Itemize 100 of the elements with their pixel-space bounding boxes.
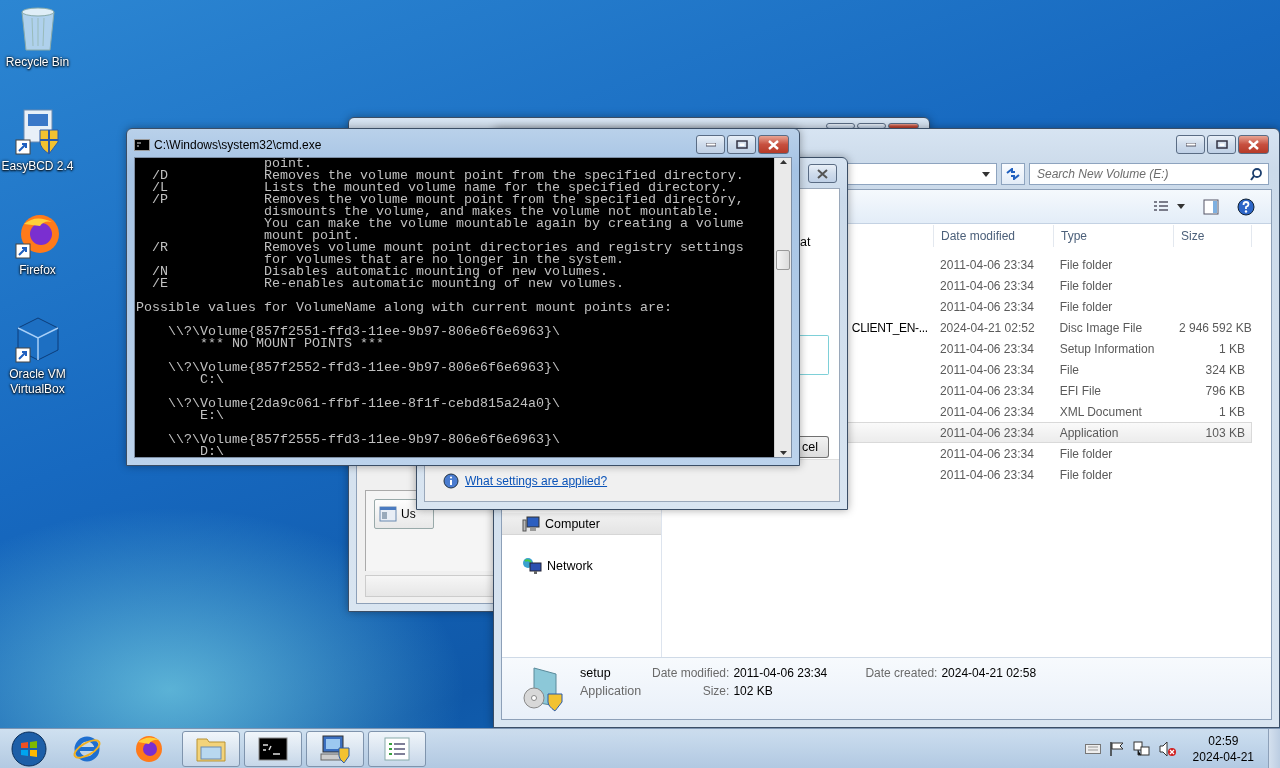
computer-shield-icon <box>319 733 351 764</box>
text-field[interactable] <box>800 335 829 375</box>
nav-item[interactable]: Network <box>502 555 661 577</box>
console-line: You can make the volume mountable again by creating a volume <box>262 218 745 230</box>
computer-icon <box>522 515 540 532</box>
detail-label: Date modified: <box>652 666 730 680</box>
preview-pane-icon <box>1203 198 1219 215</box>
detail-value: 2024-04-21 02:58 <box>941 666 1037 680</box>
type-cell: File folder <box>1059 278 1113 293</box>
type-cell: File folder <box>1059 467 1113 482</box>
console-line: dismounts the volume, and makes the volume not mountable. <box>262 206 720 218</box>
console-line: /N Disables automatic mounting of new volumes. <box>151 266 608 278</box>
close-icon <box>768 139 779 150</box>
desktop-icon-label[interactable]: Firefox <box>0 263 75 278</box>
preview-pane-button[interactable] <box>1201 196 1221 217</box>
date-cell: 2024-04-21 02:52 <box>939 320 1035 335</box>
scrollbar-thumb[interactable] <box>776 250 790 270</box>
date-cell: 2011-04-06 23:34 <box>940 278 1034 293</box>
type-cell: EFI File <box>1059 383 1101 398</box>
help-button[interactable] <box>1235 195 1257 218</box>
date-cell: 2011-04-06 23:34 <box>940 341 1034 356</box>
firefox-icon <box>13 212 62 260</box>
size-cell: 324 KB <box>1205 362 1245 377</box>
network-icon <box>1132 740 1151 757</box>
nav-item[interactable]: Computer <box>502 513 661 535</box>
close-button[interactable] <box>808 164 837 183</box>
file-name: setup <box>580 666 612 680</box>
console-line: \\?\Volume{857f2552-ffd3-11ee-9b97-806e6f6e6963}\ <box>167 362 561 374</box>
type-cell: File folder <box>1059 299 1113 314</box>
network-icon <box>522 556 542 575</box>
console-line: /L Lists the mounted volume name for the specified directory. <box>151 182 728 194</box>
close-icon <box>817 168 828 179</box>
detail-label: Size: <box>701 684 730 698</box>
type-cell: Setup Information <box>1059 341 1155 356</box>
command-prompt-icon <box>134 139 150 151</box>
action-center-button[interactable] <box>1108 740 1125 757</box>
detail-value: 2011-04-06 23:34 <box>733 666 829 680</box>
console-line: \\?\Volume{857f2555-ffd3-11ee-9b97-806e6f6e6963}\ <box>167 434 561 446</box>
column-header[interactable]: Size <box>1174 225 1252 247</box>
dropdown-caret-icon <box>1177 204 1185 209</box>
minimize-button[interactable] <box>1176 135 1205 154</box>
taskbar-button[interactable] <box>244 730 302 767</box>
type-cell: Disc Image File <box>1059 320 1143 335</box>
close-button[interactable] <box>1238 135 1269 154</box>
close-button[interactable] <box>758 135 789 154</box>
close-icon <box>1248 139 1259 150</box>
console-line: /D Removes the volume mount point from the specified directory. <box>151 170 745 182</box>
command-prompt-icon <box>258 736 288 761</box>
window-title: C:\Windows\system32\cmd.exe <box>154 138 322 152</box>
taskbar-button[interactable] <box>306 730 364 767</box>
help-link[interactable]: What settings are applied? <box>465 473 608 488</box>
console-line: Possible values for VolumeName along with current mount points are: <box>136 302 673 314</box>
date-cell: 2011-04-06 23:34 <box>940 299 1034 314</box>
type-cell: XML Document <box>1059 404 1142 419</box>
info-icon <box>443 472 459 489</box>
flag-icon <box>1108 740 1125 757</box>
console-line: /P Removes the volume mount point from the specified directory, <box>151 194 745 206</box>
keyboard-button[interactable] <box>1084 743 1101 754</box>
network-button[interactable] <box>1132 740 1151 757</box>
muted-speaker-icon <box>1158 740 1177 757</box>
date-cell: 2011-04-06 23:34 <box>940 404 1034 419</box>
file-type: Application <box>580 684 640 698</box>
search-icon <box>1250 168 1262 181</box>
column-header[interactable]: Date modified <box>934 225 1054 247</box>
size-cell: 103 KB <box>1205 425 1245 440</box>
cube-app-icon <box>13 316 62 364</box>
clock[interactable]: 02:59 2024-04-21 <box>1184 732 1262 765</box>
size-cell: 1 KB <box>1218 341 1245 356</box>
file-name: CLIENT_EN-... <box>851 320 928 335</box>
restore-icon <box>735 140 748 149</box>
refresh-button[interactable] <box>1001 163 1025 185</box>
desktop-icon-label[interactable]: Recycle Bin <box>0 55 75 70</box>
console-line: mount point. <box>262 230 360 242</box>
console-line: /R Removes volume mount point directories and registry settings <box>151 242 745 254</box>
type-cell: File <box>1059 362 1079 377</box>
column-header[interactable]: Type <box>1054 225 1174 247</box>
scrollbar[interactable] <box>774 158 791 457</box>
type-cell: Application <box>1059 425 1119 440</box>
firefox-icon <box>134 733 164 764</box>
console-line: *** NO MOUNT POINTS *** <box>200 338 384 350</box>
console-line: E:\ <box>200 410 224 422</box>
size-cell: 2 946 592 KB <box>1179 320 1252 335</box>
date-cell: 2011-04-06 23:34 <box>940 257 1034 272</box>
cancel-button[interactable]: cel <box>800 436 829 458</box>
desktop-icon-label[interactable]: Oracle VM VirtualBox <box>0 367 75 397</box>
date-cell: 2011-04-06 23:34 <box>940 446 1034 461</box>
minimize-button[interactable] <box>696 135 725 154</box>
shield-app-icon <box>13 108 62 156</box>
desktop-icon-label[interactable]: EasyBCD 2.4 <box>0 159 75 174</box>
maximize-button[interactable] <box>727 135 756 154</box>
dropdown-caret-icon <box>982 171 990 177</box>
volume-button[interactable] <box>1158 740 1177 757</box>
maximize-button[interactable] <box>1207 135 1236 154</box>
scroll-down-icon <box>779 451 787 455</box>
minimize-icon <box>1185 142 1196 147</box>
detail-value: 102 KB <box>733 684 774 698</box>
help-icon <box>1237 197 1255 216</box>
option-label: at <box>800 235 811 249</box>
date-cell: 2011-04-06 23:34 <box>940 383 1034 398</box>
search-field[interactable]: Search New Volume (E:) <box>1029 163 1269 185</box>
